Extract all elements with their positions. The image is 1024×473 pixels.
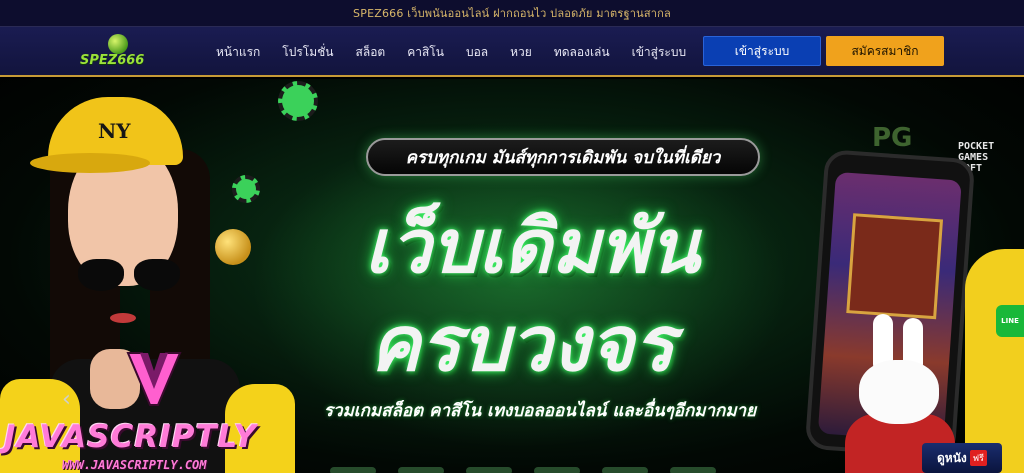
nav-promotions[interactable]: โปรโมชั่น [282, 43, 333, 62]
carousel-dot[interactable] [398, 467, 444, 473]
nav-home[interactable]: หน้าแรก [216, 43, 260, 62]
hero-banner[interactable]: NY ‹ ครบทุกเกม มันส์ทุกการเดิมพัน จบในที… [0, 79, 1024, 473]
watermark-url: WWW.JAVASCRIPTLY.COM [62, 458, 207, 472]
main-header: SPEZ666 หน้าแรก โปรโมชั่น สล็อต คาสิโน บ… [0, 27, 1024, 77]
register-button[interactable]: สมัครสมาชิก [826, 36, 944, 66]
nav-login[interactable]: เข้าสู่ระบบ [632, 43, 687, 62]
logo-text: SPEZ666 [80, 53, 145, 68]
announcement-text: SPEZ666 เว็บพนันออนไลน์ ฝากถอนไว ปลอดภัย… [353, 7, 671, 20]
watermark-logo-icon [126, 352, 182, 406]
carousel-dot[interactable] [330, 467, 376, 473]
nav-lottery[interactable]: หวย [510, 43, 532, 62]
nav-football[interactable]: บอล [466, 43, 488, 62]
carousel-dot[interactable] [602, 467, 648, 473]
site-logo[interactable]: SPEZ666 [78, 33, 158, 71]
nav-demo[interactable]: ทดลองเล่น [554, 43, 610, 62]
logo-ball-icon [108, 34, 128, 54]
nav-casino[interactable]: คาสิโน [407, 43, 444, 62]
announcement-bar: SPEZ666 เว็บพนันออนไลน์ ฝากถอนไว ปลอดภัย… [0, 0, 1024, 27]
carousel-dot[interactable] [466, 467, 512, 473]
carousel-indicators [330, 467, 716, 473]
tagline-text: ครบทุกเกม มันส์ทุกการเดิมพัน จบในที่เดีย… [405, 147, 721, 168]
hero-subline: รวมเกมสล็อต คาสีโน เทงบอลออนไลน์ และอื่น… [323, 401, 757, 421]
line-icon: LINE [1001, 317, 1019, 325]
model-right-illustration [965, 249, 1024, 473]
carousel-dot[interactable] [670, 467, 716, 473]
nav-slots[interactable]: สล็อต [356, 43, 386, 62]
watermark-brand: JAVASCRIPTLY [4, 419, 258, 455]
pg-logo: PG [872, 123, 913, 153]
tagline-pill: ครบทุกเกม มันส์ทุกการเดิมพัน จบในที่เดีย… [366, 138, 760, 176]
movie-badge[interactable]: ดูหนัง ฟรี [922, 443, 1002, 473]
free-tag: ฟรี [969, 450, 987, 466]
login-button[interactable]: เข้าสู่ระบบ [703, 36, 821, 66]
movie-badge-text: ดูหนัง [937, 450, 967, 465]
line-chat-button[interactable]: LINE [996, 305, 1024, 337]
main-nav: หน้าแรก โปรโมชั่น สล็อต คาสิโน บอล หวย ท… [216, 43, 708, 62]
carousel-dot[interactable] [534, 467, 580, 473]
